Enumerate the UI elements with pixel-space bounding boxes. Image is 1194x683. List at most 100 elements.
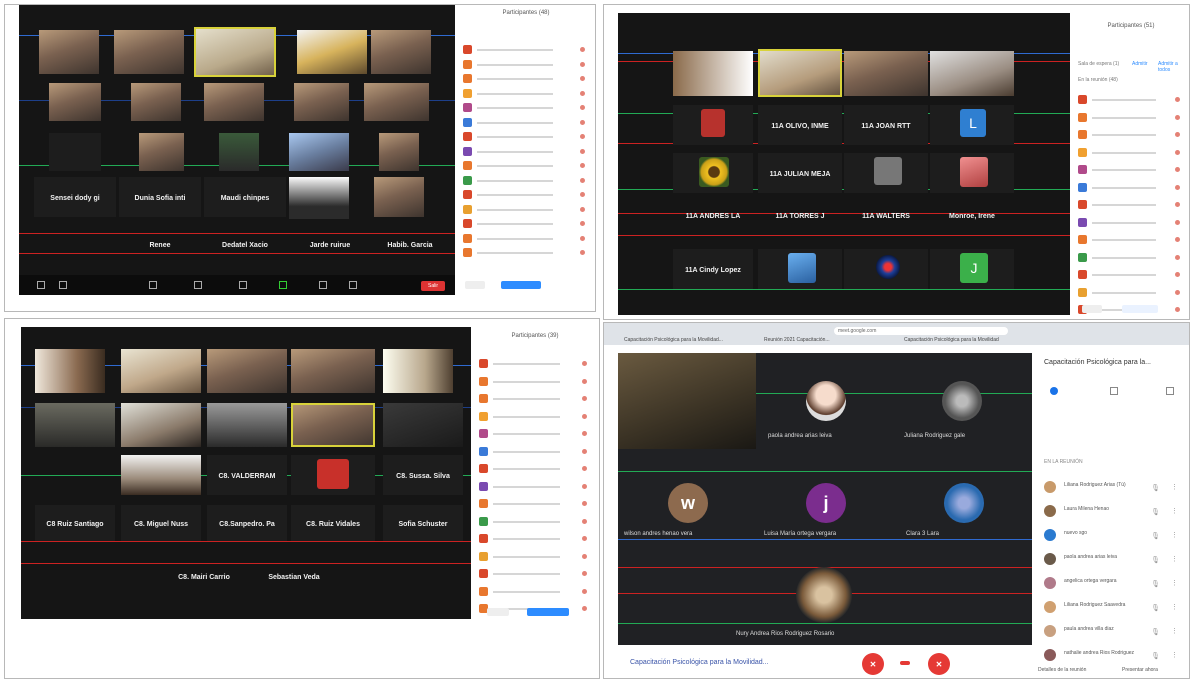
participant-list-item[interactable] (463, 103, 589, 112)
participant-list-item[interactable] (479, 569, 591, 578)
video-tile[interactable] (121, 455, 201, 495)
video-tile-name-only[interactable]: 11A JOAN RTT (844, 105, 928, 145)
participant-list-item[interactable] (463, 88, 589, 98)
video-tile-active-speaker[interactable] (291, 403, 375, 447)
video-tile-name-only[interactable]: Dedatel Xacio (204, 233, 286, 253)
video-tile[interactable] (844, 249, 928, 289)
video-tile[interactable] (289, 177, 349, 219)
participant-list-item[interactable] (1078, 270, 1184, 279)
participant-list-item[interactable] (479, 499, 591, 508)
participant-list-item[interactable] (479, 359, 591, 368)
video-tile[interactable] (618, 353, 756, 449)
video-tile-name-only[interactable]: 11A TORRES J (758, 201, 842, 229)
video-tile-name-only[interactable]: 11A WALTERS (844, 201, 928, 229)
video-tile[interactable] (844, 153, 928, 193)
microphone-off-button[interactable]: ✕ (862, 653, 884, 675)
participant-list-item[interactable] (479, 411, 591, 421)
participant-list-item[interactable] (463, 204, 589, 214)
participant-list-item[interactable] (1078, 200, 1184, 209)
address-bar[interactable]: meet.google.com (834, 327, 1008, 335)
video-tile-name-only[interactable]: Renee (119, 233, 201, 253)
participant-list-item[interactable] (463, 74, 589, 83)
participant-list-item[interactable] (1078, 217, 1184, 227)
participant-list-item[interactable] (463, 45, 589, 54)
video-tile[interactable] (49, 133, 101, 171)
admit-all-button[interactable]: Admitir a todos (1158, 61, 1189, 73)
video-tile-name-only[interactable]: C8. Miguel Nuss (121, 505, 201, 541)
video-tile-name-only[interactable]: 11A Cindy Lopez (673, 249, 753, 289)
meet-participant-item[interactable]: Laura Milena Henao 🎙 ⋮ (1044, 503, 1182, 517)
meet-participant-item[interactable]: paola andrea arias leiva 🎙 ⋮ (1044, 551, 1182, 565)
video-tile-name-only[interactable]: 11A JULIAN MEJA (758, 153, 842, 193)
more-options-icon[interactable]: ⋮ (1171, 603, 1178, 611)
meet-participant-item[interactable]: nathalie andrea Rios Rodriguez 🎙 ⋮ (1044, 647, 1182, 661)
video-tile[interactable] (291, 349, 375, 393)
video-tile[interactable] (297, 30, 367, 74)
video-tile[interactable] (204, 83, 264, 121)
video-tile[interactable] (371, 30, 431, 74)
participant-list-item[interactable] (1078, 112, 1184, 122)
video-tile[interactable] (219, 133, 259, 171)
chat-icon[interactable] (239, 281, 247, 289)
more-options-icon[interactable]: ⋮ (1171, 483, 1178, 491)
participant-list-item[interactable] (1078, 95, 1184, 104)
video-camera-icon[interactable] (59, 281, 67, 289)
video-tile[interactable] (930, 51, 1014, 96)
video-tile-name-only[interactable]: C8.Sanpedro. Pa (207, 505, 287, 541)
meet-participant-item[interactable]: paula andrea villa diaz 🎙 ⋮ (1044, 623, 1182, 637)
video-tile-name-only[interactable]: Maudi chinpes (204, 177, 286, 217)
video-tile[interactable] (35, 349, 105, 393)
admit-button[interactable]: Admitir (1132, 61, 1148, 67)
participant-list-item[interactable] (1078, 252, 1184, 262)
video-tile[interactable] (374, 177, 424, 217)
video-tile[interactable] (49, 83, 101, 121)
invite-button[interactable] (487, 608, 509, 616)
video-tile[interactable] (291, 455, 375, 495)
participant-list-item[interactable] (463, 59, 589, 69)
participant-list-item[interactable] (479, 586, 591, 596)
participant-list-item[interactable] (479, 534, 591, 543)
invite-button[interactable] (1082, 305, 1102, 313)
video-tile-name-only[interactable]: C8. Sussa. Silva (383, 455, 463, 495)
video-tile[interactable] (207, 349, 287, 393)
mute-all-button[interactable] (501, 281, 541, 289)
video-tile[interactable] (930, 153, 1014, 193)
participant-list-item[interactable] (479, 376, 591, 386)
activities-tab-icon[interactable] (1166, 387, 1174, 395)
video-tile[interactable] (121, 349, 201, 393)
video-tile-name-only[interactable]: 11A OLIVO, INME (758, 105, 842, 145)
video-tile[interactable]: L (930, 105, 1014, 145)
record-icon[interactable] (319, 281, 327, 289)
meet-participant-item[interactable]: Liliana Rodriguez Saavedra 🎙 ⋮ (1044, 599, 1182, 613)
video-tile[interactable] (844, 51, 928, 96)
browser-tab[interactable]: Reunión 2021 Capacitación... (764, 337, 884, 345)
video-tile[interactable] (673, 51, 753, 96)
present-now-button[interactable]: Presentar ahora (1122, 667, 1158, 673)
participant-list-item[interactable] (479, 516, 591, 526)
video-tile[interactable] (758, 249, 842, 289)
mute-all-button[interactable] (1122, 305, 1158, 313)
video-tile[interactable] (131, 83, 181, 121)
video-tile-name-only[interactable]: C8. VALDERRAM (207, 455, 287, 495)
video-tile[interactable] (289, 133, 349, 171)
video-tile[interactable] (364, 83, 429, 121)
participant-list-item[interactable] (463, 248, 589, 257)
meet-participant-item[interactable]: nuevo sgo 🎙 ⋮ (1044, 527, 1182, 541)
video-tile[interactable] (121, 403, 201, 447)
meeting-details-button[interactable]: Detalles de la reunión (1038, 667, 1086, 673)
more-options-icon[interactable]: ⋮ (1171, 507, 1178, 515)
more-options-icon[interactable]: ⋮ (1171, 579, 1178, 587)
browser-tab[interactable]: Capacitación Psicológica para la Movilid… (624, 337, 754, 345)
leave-button[interactable]: Salir (421, 281, 445, 291)
microphone-icon[interactable] (37, 281, 45, 289)
more-options-icon[interactable]: ⋮ (1171, 651, 1178, 659)
video-tile-name-only[interactable]: C8 Ruiz Santiago (35, 505, 115, 541)
invite-button[interactable] (465, 281, 485, 289)
video-tile[interactable]: J (930, 249, 1014, 289)
video-tile-name-only[interactable]: Sofia Schuster (383, 505, 463, 541)
video-tile-name-only[interactable]: Jarde ruirue (289, 233, 371, 253)
video-tile[interactable] (673, 153, 753, 193)
video-tile[interactable] (383, 403, 463, 447)
participant-list-item[interactable] (463, 117, 589, 127)
video-tile[interactable] (35, 403, 115, 447)
